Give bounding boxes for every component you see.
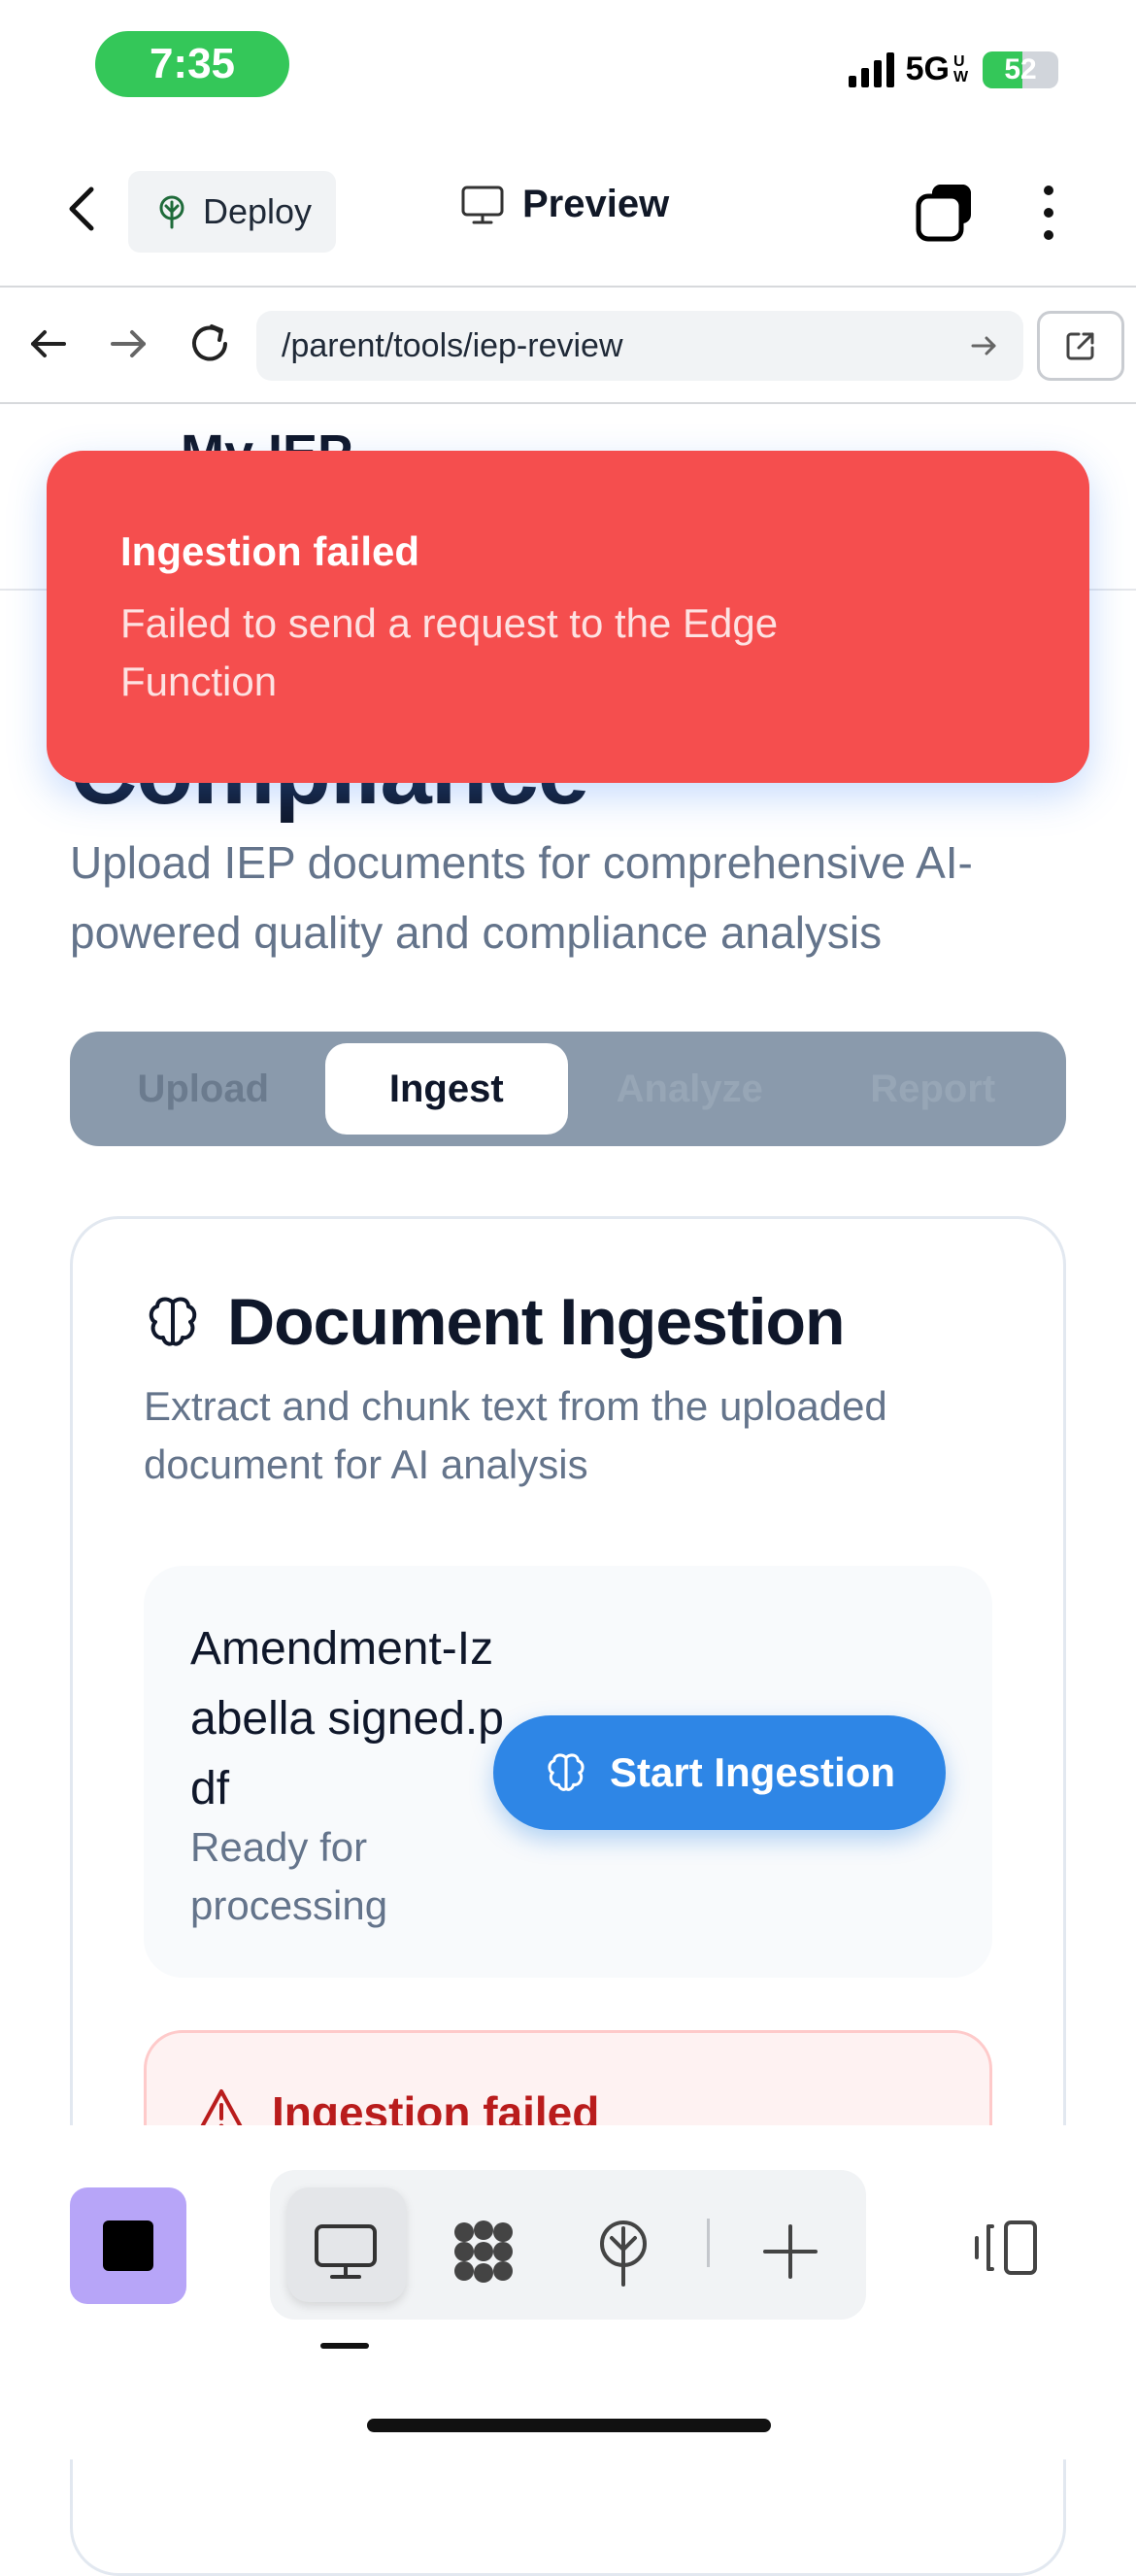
deploy-button[interactable]: Deploy <box>128 171 336 253</box>
start-ingestion-label: Start Ingestion <box>609 1749 896 1795</box>
status-indicators: 5G UW 52 <box>848 51 1058 88</box>
file-status: Ready for processing <box>190 1824 388 1928</box>
divider <box>0 286 1136 288</box>
tree-icon <box>600 2220 647 2287</box>
signal-icon <box>848 51 894 87</box>
arrow-right-icon <box>111 330 146 357</box>
agent-button[interactable] <box>449 2217 518 2287</box>
preview-label: Preview <box>522 183 670 225</box>
reload-icon <box>192 324 227 361</box>
page-subtitle: Upload IEP documents for comprehensive A… <box>70 837 973 958</box>
tab-report[interactable]: Report <box>812 1043 1055 1135</box>
battery-level: 52 <box>1004 52 1037 85</box>
card-subtitle: Extract and chunk text from the uploaded… <box>144 1383 887 1487</box>
panel-icon <box>975 2220 1037 2275</box>
more-button[interactable] <box>1029 181 1068 245</box>
brain-icon <box>149 1297 197 1346</box>
tab-ingest[interactable]: Ingest <box>324 1043 568 1135</box>
cluster-icon <box>454 2220 513 2283</box>
active-mode-indicator <box>320 2343 369 2349</box>
brain-icon <box>548 1753 585 1791</box>
tab-analyze[interactable]: Analyze <box>568 1043 812 1135</box>
arrow-left-icon <box>31 330 66 357</box>
tree-icon <box>159 195 184 229</box>
url-input[interactable]: /parent/tools/iep-review <box>256 311 1023 381</box>
chevron-left-icon <box>69 186 94 231</box>
go-arrow-icon[interactable] <box>969 331 998 360</box>
app-switch-button[interactable] <box>70 2187 186 2304</box>
start-ingestion-button[interactable]: Start Ingestion <box>493 1715 946 1830</box>
url-text: /parent/tools/iep-review <box>282 326 623 364</box>
deploy-label: Deploy <box>202 191 313 231</box>
monitor-icon <box>311 2217 381 2287</box>
tabs-button[interactable] <box>913 181 977 245</box>
status-time: 7:35 <box>95 31 289 97</box>
divider <box>0 402 1136 404</box>
toast-message: Failed to send a request to the Edge Fun… <box>120 600 779 704</box>
more-vertical-icon <box>1044 186 1053 240</box>
card-title-text: Document Ingestion <box>227 1285 846 1359</box>
toolbar-separator <box>707 2219 710 2267</box>
card-title: Document Ingestion <box>144 1284 846 1360</box>
step-tabs: Upload Ingest Analyze Report <box>70 1032 1066 1146</box>
network-sub-label: UW <box>953 52 969 85</box>
browser-forward-button[interactable] <box>101 317 155 371</box>
plus-icon <box>763 2224 818 2279</box>
toast-title: Ingestion failed <box>120 528 420 574</box>
tab-upload[interactable]: Upload <box>82 1043 325 1135</box>
add-button[interactable] <box>755 2217 825 2287</box>
monitor-icon <box>461 186 504 223</box>
reload-button[interactable] <box>183 317 237 371</box>
network-label: 5G <box>905 51 950 87</box>
browser-back-button[interactable] <box>21 317 76 371</box>
square-icon <box>103 2220 153 2271</box>
open-external-button[interactable] <box>1037 311 1124 381</box>
deploy-mode-button[interactable] <box>588 2217 658 2287</box>
home-indicator[interactable] <box>367 2419 771 2432</box>
preview-title[interactable]: Preview <box>460 183 669 226</box>
tabs-icon <box>916 185 971 242</box>
external-link-icon <box>1066 332 1094 360</box>
file-name: Amendment-Izabella signed.pdf <box>190 1623 504 1814</box>
back-button[interactable] <box>58 180 109 238</box>
split-view-button[interactable] <box>971 2213 1041 2283</box>
battery-icon: 52 <box>983 51 1058 88</box>
